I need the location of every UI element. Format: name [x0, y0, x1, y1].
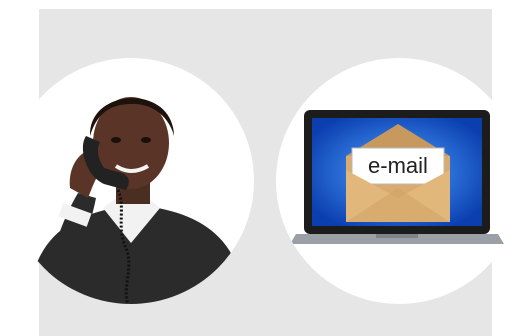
person-on-phone-icon	[28, 97, 246, 304]
email-card-label: e-mail	[368, 153, 428, 178]
email-contact-illustration: e-mail	[276, 58, 519, 304]
phone-contact-illustration	[8, 58, 254, 304]
